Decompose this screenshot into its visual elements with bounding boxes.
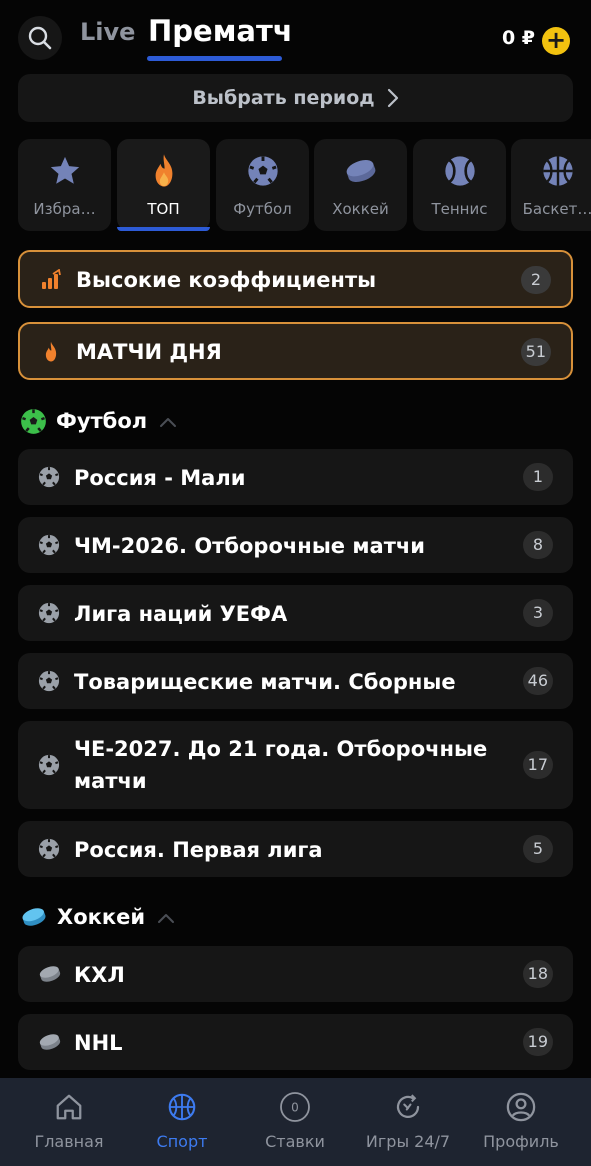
- tennis-ball-icon: [444, 156, 475, 186]
- sport-tile-favorites[interactable]: Избра…: [18, 139, 111, 231]
- period-selector[interactable]: Выбрать период: [18, 74, 573, 122]
- flame-icon: [155, 154, 172, 187]
- search-button[interactable]: [18, 16, 62, 60]
- section-header-football[interactable]: Футбол: [20, 406, 177, 436]
- home-icon: [56, 1094, 82, 1120]
- league-row[interactable]: Лига наций УЕФА 3: [18, 585, 573, 641]
- hockey-puck-icon: [22, 908, 46, 926]
- period-label: Выбрать период: [192, 87, 375, 109]
- nav-profile[interactable]: Профиль: [462, 1078, 580, 1166]
- sport-tile-label: Хоккей: [332, 200, 389, 218]
- sport-tile-football[interactable]: Футбол: [216, 139, 309, 231]
- sport-tile-label: Теннис: [431, 200, 488, 218]
- profile-icon: [506, 1092, 536, 1122]
- hockey-puck-icon: [346, 160, 375, 182]
- balance-amount[interactable]: 0 ₽: [502, 27, 535, 49]
- count-badge: 8: [523, 531, 553, 559]
- nav-home[interactable]: Главная: [10, 1078, 128, 1166]
- deposit-plus-button[interactable]: +: [542, 27, 570, 55]
- league-label: Товарищеские матчи. Сборные: [74, 670, 456, 694]
- nav-label: Главная: [34, 1132, 104, 1151]
- section-title: Футбол: [56, 409, 148, 433]
- star-icon: [50, 156, 79, 184]
- league-label: Лига наций УЕФА: [74, 602, 288, 626]
- bar-chart-icon: [42, 269, 61, 289]
- count-badge: 46: [522, 667, 553, 695]
- soccer-ball-icon: [38, 838, 60, 860]
- league-row[interactable]: Россия. Первая лига 5: [18, 821, 573, 877]
- count-badge: 18: [522, 960, 553, 988]
- league-row[interactable]: КХЛ 18: [18, 946, 573, 1002]
- sport-tile-label: ТОП: [147, 200, 180, 218]
- nav-label: Ставки: [265, 1132, 325, 1151]
- section-header-hockey[interactable]: Хоккей: [20, 902, 175, 932]
- count-badge: 2: [521, 266, 551, 294]
- league-label: ЧМ-2026. Отборочные матчи: [74, 534, 426, 558]
- league-row[interactable]: Россия - Мали 1: [18, 449, 573, 505]
- nav-label: Игры 24/7: [365, 1132, 451, 1151]
- active-tab-indicator: [147, 56, 282, 61]
- soccer-ball-icon: [38, 534, 60, 556]
- bottom-nav: Главная Спорт 0 Ставки Игры 24/7 Профиль: [0, 1078, 591, 1166]
- sport-tile-basketball[interactable]: Баскет…: [511, 139, 591, 231]
- basketball-icon: [542, 156, 573, 186]
- nav-games[interactable]: Игры 24/7: [349, 1078, 467, 1166]
- soccer-ball-icon: [21, 408, 46, 434]
- count-badge: 5: [523, 835, 553, 863]
- chevron-right-icon: [387, 88, 398, 108]
- sport-tile-top[interactable]: ТОП: [117, 139, 210, 231]
- nav-bets[interactable]: 0 Ставки: [236, 1078, 354, 1166]
- league-label: КХЛ: [74, 963, 125, 987]
- sport-tile-label: Избра…: [33, 200, 96, 218]
- bets-icon: 0: [280, 1092, 310, 1122]
- sport-tile-label: Баскет…: [522, 200, 591, 218]
- section-title: Хоккей: [57, 905, 146, 929]
- count-badge: 19: [522, 1028, 553, 1056]
- league-label: ЧЕ-2027. До 21 года. Отборочные матчи: [74, 737, 488, 793]
- highlight-matches-of-day[interactable]: МАТЧИ ДНЯ 51: [18, 322, 573, 380]
- soccer-ball-icon: [38, 670, 60, 692]
- league-label: Россия. Первая лига: [74, 838, 323, 862]
- sport-tile-hockey[interactable]: Хоккей: [314, 139, 407, 231]
- count-badge: 1: [523, 463, 553, 491]
- top-header: Live Прематч 0 ₽ +: [0, 0, 591, 72]
- soccer-ball-icon: [38, 602, 60, 624]
- soccer-ball-icon: [38, 754, 60, 776]
- basketball-icon: [168, 1093, 196, 1121]
- tab-live[interactable]: Live: [80, 18, 135, 46]
- league-row[interactable]: NHL 19: [18, 1014, 573, 1070]
- page: Live Прематч 0 ₽ + Выбрать период Избра……: [0, 0, 591, 1166]
- nav-label: Спорт: [156, 1132, 208, 1151]
- hockey-puck-icon: [39, 1034, 61, 1050]
- league-label: Россия - Мали: [74, 466, 246, 490]
- nav-label: Профиль: [483, 1132, 559, 1151]
- flame-icon: [45, 341, 57, 362]
- league-label: NHL: [74, 1031, 123, 1055]
- nav-sport[interactable]: Спорт: [123, 1078, 241, 1166]
- league-row[interactable]: ЧЕ-2027. До 21 года. Отборочные матчи 17: [18, 721, 573, 809]
- tab-prematch[interactable]: Прематч: [148, 14, 293, 48]
- games-24-7-icon: [396, 1094, 420, 1119]
- highlight-high-odds[interactable]: Высокие коэффициенты 2: [18, 250, 573, 308]
- count-badge: 3: [523, 599, 553, 627]
- bets-count: 0: [291, 1101, 299, 1115]
- soccer-ball-icon: [38, 466, 60, 488]
- soccer-ball-icon: [247, 156, 278, 186]
- sport-tile-tennis[interactable]: Теннис: [413, 139, 506, 231]
- league-row[interactable]: Товарищеские матчи. Сборные 46: [18, 653, 573, 709]
- sport-tile-label: Футбол: [233, 200, 292, 218]
- active-sport-indicator: [117, 227, 210, 231]
- chevron-up-icon[interactable]: [159, 417, 177, 428]
- highlight-label: Высокие коэффициенты: [76, 268, 377, 292]
- league-row[interactable]: ЧМ-2026. Отборочные матчи 8: [18, 517, 573, 573]
- search-icon: [28, 26, 52, 50]
- hockey-puck-icon: [39, 966, 61, 982]
- count-badge: 17: [522, 751, 553, 779]
- highlight-label: МАТЧИ ДНЯ: [76, 340, 222, 364]
- chevron-up-icon[interactable]: [157, 913, 175, 924]
- count-badge: 51: [520, 338, 551, 366]
